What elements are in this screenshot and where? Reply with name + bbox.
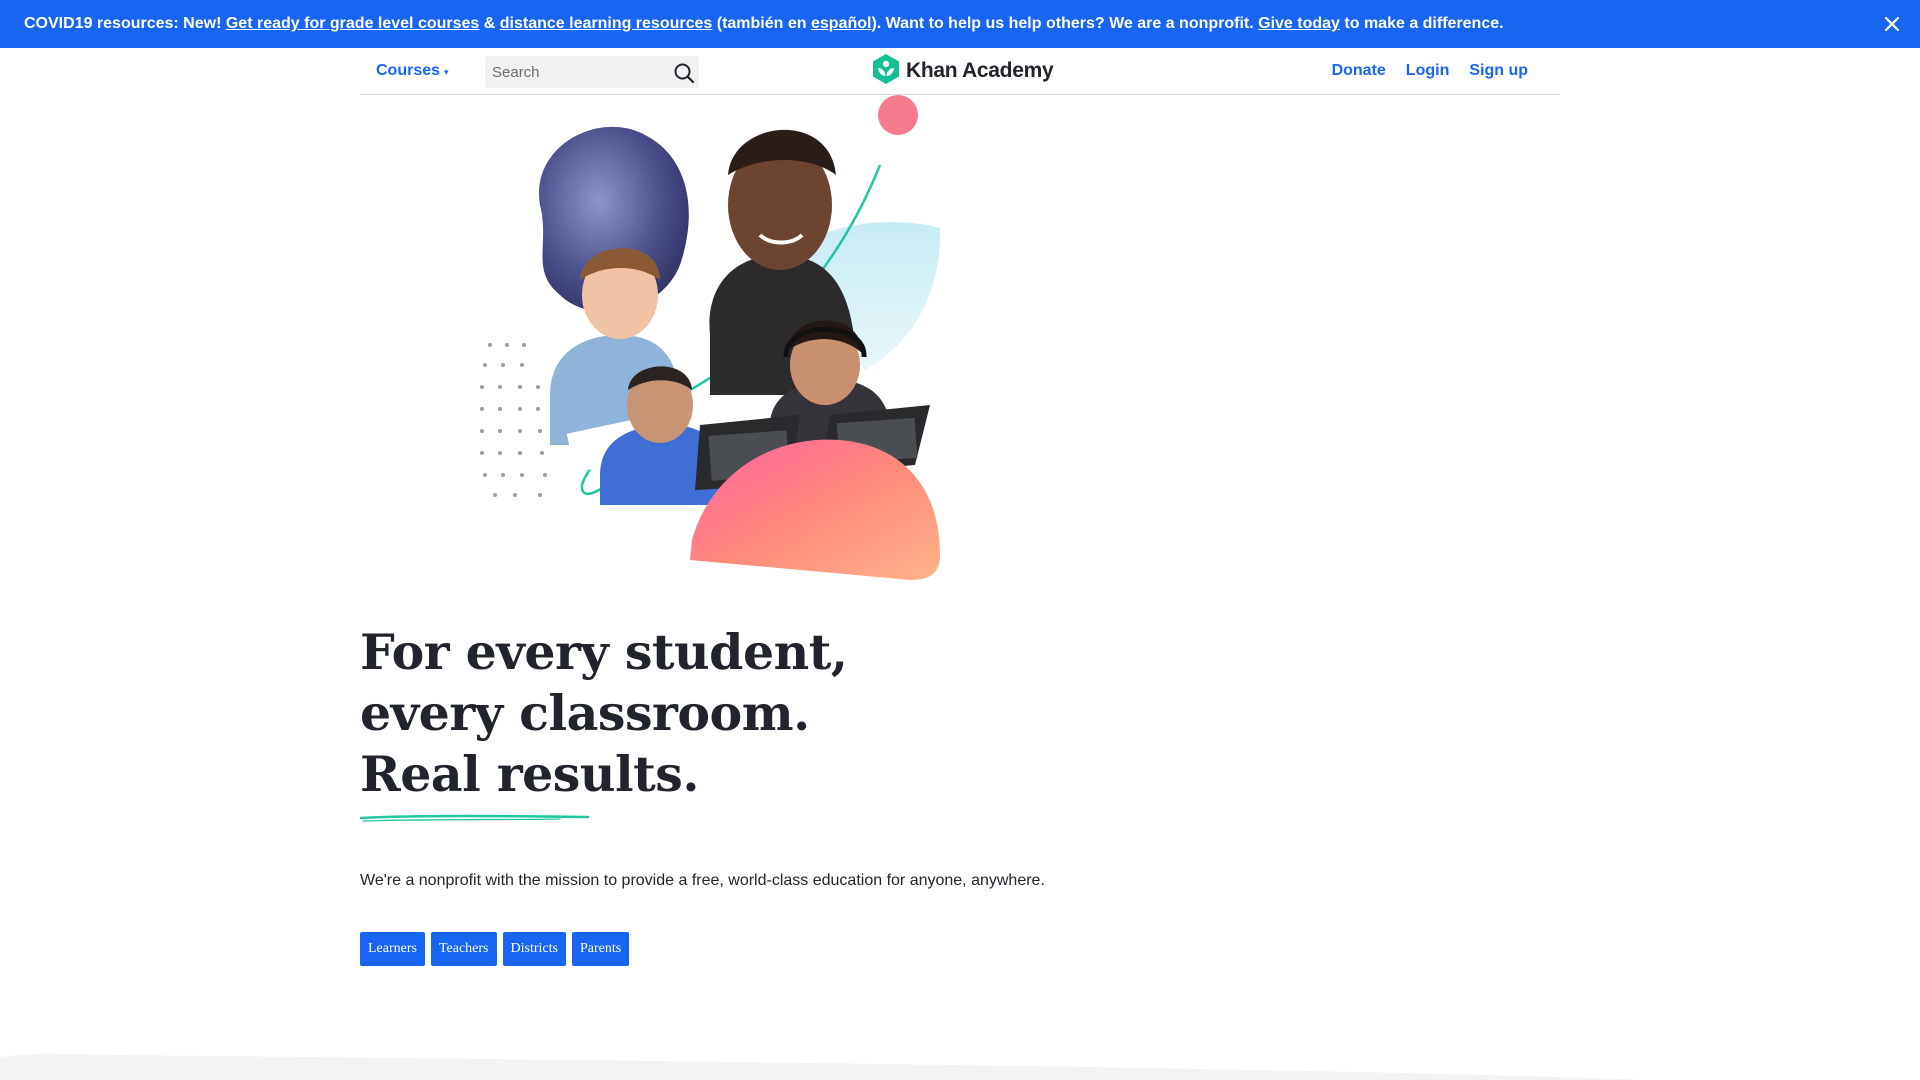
logo-wordmark: Khan Academy	[906, 59, 1054, 82]
learners-button[interactable]: Learners	[360, 932, 425, 966]
banner-link-espanol[interactable]: español	[811, 15, 871, 33]
nav-right-links: Donate Login Sign up	[1332, 62, 1528, 80]
banner-ampersand: &	[479, 15, 500, 32]
covid-banner: COVID19 resources: New! Get ready for gr…	[0, 0, 1920, 48]
teachers-button[interactable]: Teachers	[430, 932, 497, 966]
search-box	[485, 56, 699, 88]
banner-link-distance-learning[interactable]: distance learning resources	[500, 15, 713, 33]
login-link[interactable]: Login	[1406, 62, 1450, 80]
donate-link[interactable]: Donate	[1332, 62, 1386, 80]
section-divider-wave	[0, 1053, 1640, 1080]
banner-link-give-today[interactable]: Give today	[1258, 15, 1340, 33]
banner-paren-text: (también en	[712, 15, 811, 32]
banner-prefix: COVID19 resources: New!	[24, 15, 222, 32]
audience-cta-buttons: Learners Teachers Districts Parents	[360, 932, 630, 966]
close-icon[interactable]	[1880, 12, 1904, 36]
hero-headline: For every student, every classroom. Real…	[360, 622, 1060, 805]
districts-button[interactable]: Districts	[502, 932, 566, 966]
headline-underline-stroke	[360, 814, 590, 822]
banner-link-grade-level-courses[interactable]: Get ready for grade level courses	[226, 15, 479, 33]
khan-academy-leaf-icon	[872, 53, 900, 90]
chevron-down-icon: ▾	[444, 67, 449, 77]
mission-statement: We're a nonprofit with the mission to pr…	[360, 872, 1045, 889]
courses-menu-button[interactable]: Courses ▾	[376, 62, 449, 80]
courses-label: Courses	[376, 62, 441, 79]
dot-pattern	[480, 343, 547, 497]
signup-link[interactable]: Sign up	[1469, 62, 1528, 80]
headline-line-3: Real results.	[360, 745, 699, 803]
khan-academy-logo[interactable]: Khan Academy	[872, 53, 1054, 90]
headline-line-1: For every student,	[360, 623, 848, 681]
banner-suffix: to make a difference.	[1339, 15, 1504, 32]
top-nav: Courses ▾ Khan Academy Donate Login Sign…	[360, 48, 1560, 95]
hero-student-collage-image	[480, 95, 941, 580]
banner-nonprofit-text: ). Want to help us help others? We are a…	[871, 15, 1259, 32]
parents-button[interactable]: Parents	[571, 932, 630, 966]
pink-dot-shape	[878, 95, 918, 135]
headline-line-2: every classroom.	[360, 684, 810, 742]
search-icon[interactable]	[673, 62, 695, 84]
search-input[interactable]	[485, 57, 665, 87]
